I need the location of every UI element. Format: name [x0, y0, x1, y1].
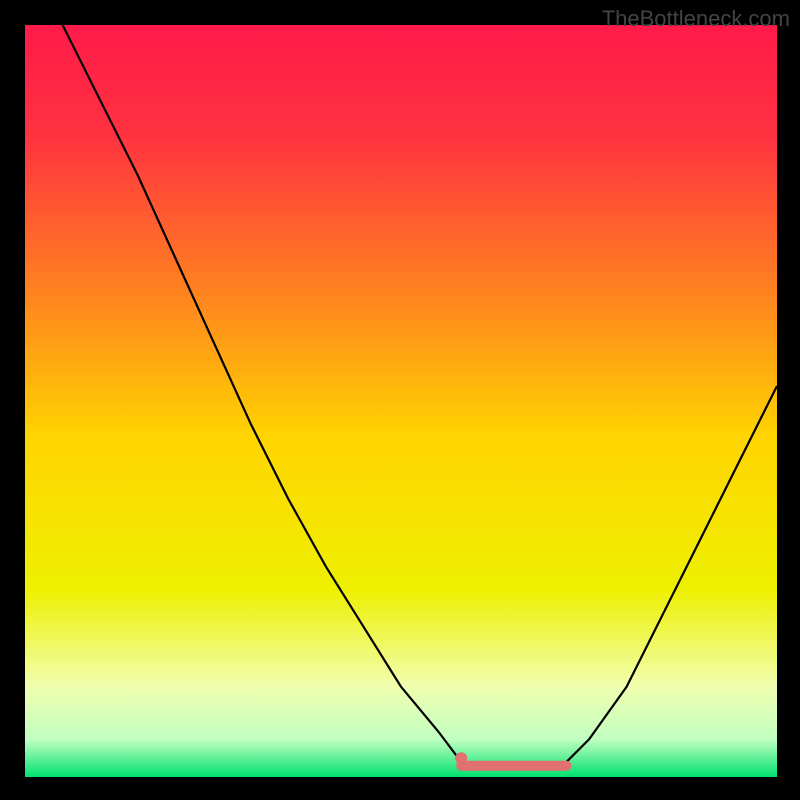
chart-curves [25, 25, 777, 777]
optimum-dot [455, 752, 467, 764]
plot-area [25, 25, 777, 777]
attribution-text: TheBottleneck.com [602, 6, 790, 32]
left-curve [63, 25, 462, 762]
right-curve [566, 386, 777, 762]
